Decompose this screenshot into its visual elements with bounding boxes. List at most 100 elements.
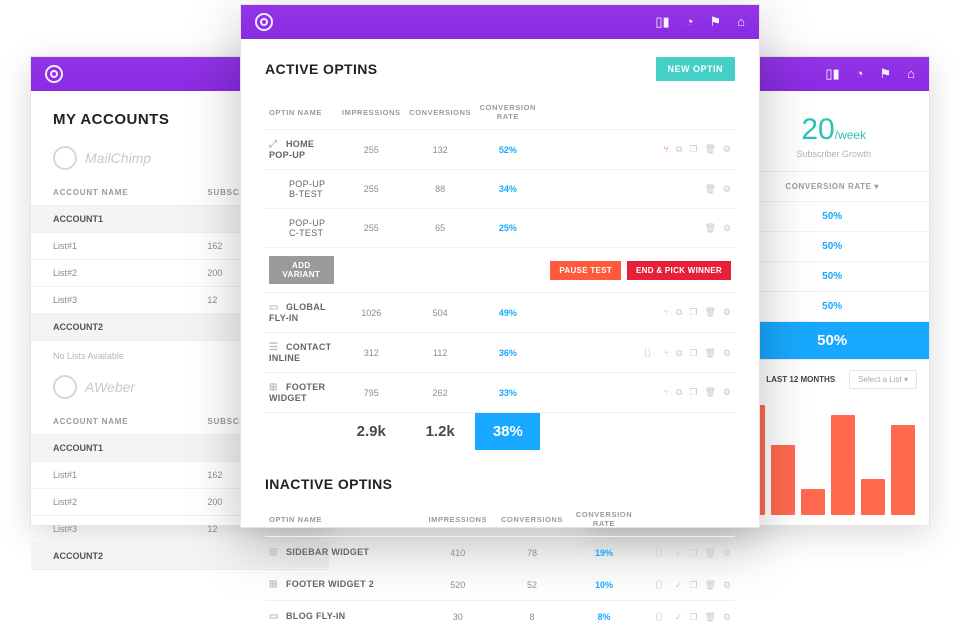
optin-row[interactable]: ⊞FOOTER WIDGET 25205210%〔〕✓❐🗑⚙	[265, 569, 735, 601]
trash-icon[interactable]: 🗑	[704, 144, 715, 155]
popup-icon: ⤢	[269, 139, 280, 150]
clock-icon[interactable]: ◔	[686, 14, 694, 30]
brackets-icon[interactable]: 〔〕	[650, 546, 668, 559]
optin-name: POP-UP C-TEST	[265, 209, 338, 248]
pause-test-button[interactable]: PAUSE TEST	[550, 261, 621, 280]
copy-icon[interactable]: ❐	[689, 548, 697, 559]
check-icon[interactable]: ✓	[675, 548, 683, 559]
trash-icon[interactable]: 🗑	[704, 307, 715, 318]
brackets-icon[interactable]: 〔〕	[650, 578, 668, 591]
chart-bar	[891, 425, 915, 515]
add-variant-button[interactable]: ADD VARIANT	[269, 256, 334, 284]
optin-row[interactable]: ▭BLOG FLY-IN3088%〔〕✓❐🗑⚙	[265, 601, 735, 632]
check-icon[interactable]: ✓	[675, 612, 683, 623]
clock-icon[interactable]: ◔	[856, 66, 864, 82]
optin-row[interactable]: POP-UP C-TEST2556525%🗑⚙	[265, 209, 735, 248]
check-icon[interactable]: ✓	[675, 580, 683, 591]
col-conversion-rate: CONVERSION RATE ▾	[735, 172, 929, 202]
inactive-optins-heading: INACTIVE OPTINS	[265, 476, 735, 492]
optin-rate: 49%	[475, 293, 540, 333]
total-impressions: 2.9k	[338, 413, 405, 451]
trash-icon[interactable]: 🗑	[704, 387, 715, 398]
list-select[interactable]: Select a List ▾	[849, 370, 917, 389]
optin-actions: 〔〕 ✓ ❐ 🗑 ⚙	[639, 537, 735, 569]
filter-12months[interactable]: LAST 12 MONTHS	[766, 375, 835, 384]
people-icon[interactable]: ⚑	[709, 14, 721, 30]
optin-impressions: 255	[338, 209, 405, 248]
share-icon[interactable]: ⑂	[664, 387, 669, 397]
home-icon[interactable]: ⌂	[907, 66, 915, 82]
optin-impressions: 1026	[338, 293, 405, 333]
optin-conversions: 52	[495, 569, 569, 601]
optin-row[interactable]: ⤢HOME POP-UP25513252%⑂⧉❐🗑⚙	[265, 130, 735, 170]
end-pick-winner-button[interactable]: END & PICK WINNER	[627, 261, 731, 280]
trash-icon[interactable]: 🗑	[704, 348, 715, 359]
new-optin-button[interactable]: NEW OPTIN	[656, 57, 736, 81]
optin-impressions: 312	[338, 333, 405, 373]
list-name: List#1	[31, 462, 185, 489]
optin-actions: 〔〕 ✓ ❐ 🗑 ⚙	[639, 569, 735, 601]
trash-icon[interactable]: 🗑	[704, 548, 715, 559]
optin-row[interactable]: POP-UP B-TEST2558834%🗑⚙	[265, 170, 735, 209]
optin-row[interactable]: ⊞FOOTER WIDGET79526233%⑂⧉❐🗑⚙	[265, 373, 735, 413]
optin-rate: 19%	[569, 537, 639, 569]
list-name: List#3	[31, 287, 185, 314]
gear-icon[interactable]: ⚙	[723, 348, 731, 359]
share-icon[interactable]: ⑂	[664, 307, 669, 317]
brackets-icon[interactable]: 〔〕	[639, 346, 657, 359]
optin-actions: 〔〕 ⑂ ⧉ ❐ 🗑 ⚙	[540, 333, 735, 373]
duplicate-icon[interactable]: ⧉	[676, 348, 682, 359]
trash-icon[interactable]: 🗑	[704, 223, 715, 234]
optin-rate: 36%	[475, 333, 540, 373]
trash-icon[interactable]: 🗑	[704, 184, 715, 195]
logo-icon	[45, 65, 63, 83]
gear-icon[interactable]: ⚙	[723, 548, 731, 559]
optin-conversions: 65	[405, 209, 475, 248]
copy-icon[interactable]: ❐	[689, 387, 697, 398]
share-icon[interactable]: ⑂	[664, 144, 669, 154]
col-rate: CONVERSION RATE	[569, 502, 639, 537]
optin-row[interactable]: ☰CONTACT INLINE31211236%〔〕⑂⧉❐🗑⚙	[265, 333, 735, 373]
gear-icon[interactable]: ⚙	[723, 144, 731, 155]
chart-icon[interactable]: ▯▮	[655, 14, 669, 30]
trash-icon[interactable]: 🗑	[704, 580, 715, 591]
copy-icon[interactable]: ❐	[689, 307, 697, 318]
nav-caret-icon	[729, 39, 741, 45]
duplicate-icon[interactable]: ⧉	[676, 144, 682, 155]
gear-icon[interactable]: ⚙	[723, 612, 731, 623]
col-impressions: IMPRESSIONS	[338, 95, 405, 130]
optin-actions: 🗑⚙	[540, 170, 735, 209]
copy-icon[interactable]: ❐	[689, 612, 697, 623]
active-optins-heading: ACTIVE OPTINS	[265, 61, 378, 77]
provider-name: MailChimp	[85, 150, 151, 166]
gear-icon[interactable]: ⚙	[723, 223, 731, 234]
gear-icon[interactable]: ⚙	[723, 580, 731, 591]
copy-icon[interactable]: ❐	[689, 580, 697, 591]
home-icon[interactable]: ⌂	[737, 14, 745, 30]
gear-icon[interactable]: ⚙	[723, 307, 731, 318]
brackets-icon[interactable]: 〔〕	[650, 610, 668, 623]
gear-icon[interactable]: ⚙	[723, 387, 731, 398]
col-name: OPTIN NAME	[265, 502, 421, 537]
duplicate-icon[interactable]: ⧉	[676, 387, 682, 398]
optin-row[interactable]: ▭GLOBAL FLY-IN102650449%⑂⧉❐🗑⚙	[265, 293, 735, 333]
optin-conversions: 262	[405, 373, 475, 413]
gear-icon[interactable]: ⚙	[723, 184, 731, 195]
optin-impressions: 410	[421, 537, 495, 569]
chart-icon[interactable]: ▯▮	[825, 66, 839, 82]
optin-rate: 10%	[569, 569, 639, 601]
copy-icon[interactable]: ❐	[689, 348, 697, 359]
metric-growth: 20/week Subscriber Growth	[796, 113, 871, 159]
widget-icon: ⊞	[269, 547, 280, 558]
inline-icon: ☰	[269, 342, 280, 353]
people-icon[interactable]: ⚑	[879, 66, 891, 82]
duplicate-icon[interactable]: ⧉	[676, 307, 682, 318]
share-icon[interactable]: ⑂	[664, 348, 669, 358]
trash-icon[interactable]: 🗑	[704, 612, 715, 623]
optin-name: ⊞FOOTER WIDGET 2	[265, 569, 421, 601]
optin-row[interactable]: ⊞SIDEBAR WIDGET4107819%〔〕✓❐🗑⚙	[265, 537, 735, 569]
copy-icon[interactable]: ❐	[689, 144, 697, 155]
optin-rate: 52%	[475, 130, 540, 170]
chart-bar	[771, 445, 795, 515]
flyin-icon: ▭	[269, 302, 280, 313]
